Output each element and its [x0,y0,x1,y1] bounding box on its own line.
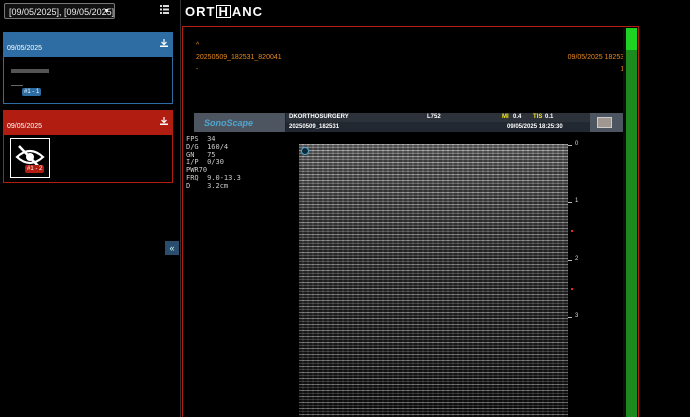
collapse-sidebar-button[interactable]: « [165,241,179,255]
thumbnail-preview [11,69,49,73]
focus-marker [571,230,573,232]
panel-divider [180,0,181,417]
frame-scrollbar[interactable] [626,50,637,417]
depth-label: 1 [575,198,579,204]
tis-label: TIS [533,114,543,120]
study-id: 20250509_182531 [289,124,340,130]
overlay-orientation: ^ [196,42,200,49]
overlay-dash: - [196,66,199,73]
probe-name: L752 [427,114,441,120]
series-badge: #1 - 2 [25,165,45,173]
study-card-2[interactable]: 09/05/2025 #1 - 2 [3,110,173,183]
chevron-down-icon: ▼ [103,8,110,15]
patient-thumbnail [597,117,612,128]
acquisition-parameters: FPS 34 D/G 160/4 GN 75 I/P 0/30 PWR70 FR… [186,135,241,190]
depth-tick [568,202,572,203]
depth-label: 0 [575,141,579,147]
tis-value: 0.1 [545,114,554,120]
overlay-datetime: 09/05/2025 182533 [567,54,628,61]
depth-tick [568,145,572,146]
depth-tick [568,260,572,261]
ultrasound-header: SonoScape DKORTHOSURGERY L752 MI 0.4 TIS… [194,113,631,132]
loading-progress-indicator [626,28,637,50]
series-select-value: [09/05/2025], [09/05/2025] [9,7,115,17]
exam-datetime: 09/05/2025 18:25:30 [507,124,563,130]
depth-label: 2 [575,256,579,262]
study-header: 09/05/2025 [4,111,172,135]
study-date: 09/05/2025 [7,45,43,52]
download-icon[interactable] [160,117,168,125]
study-sidebar: [09/05/2025], [09/05/2025] ▼ 09/05/2025 … [0,0,180,417]
depth-label: 3 [575,313,579,319]
series-thumbnail[interactable]: #1 - 2 [10,138,50,178]
mi-value: 0.4 [513,114,522,120]
focus-marker [571,288,573,290]
ultrasound-image[interactable] [299,144,568,417]
download-icon[interactable] [160,39,168,47]
exam-title: DKORTHOSURGERY [289,114,349,120]
probe-orientation-marker [301,147,309,155]
study-card-1[interactable]: 09/05/2025 #1 - 1 [3,32,173,104]
header-row-2: 20250509_182531 09/05/2025 18:25:30 [286,122,590,132]
series-badge: #1 - 1 [22,88,42,96]
depth-tick [568,317,572,318]
study-header: 09/05/2025 [4,33,172,57]
study-date: 09/05/2025 [7,123,43,130]
header-row-1: DKORTHOSURGERY L752 MI 0.4 TIS 0.1 [286,113,590,122]
image-viewport[interactable]: ^ 20250509_182531_820041 - 09/05/2025 18… [182,26,639,417]
grid-layout-icon[interactable] [160,5,169,14]
thumbnail-detail [11,85,23,86]
mi-label: MI [502,114,509,120]
series-select-dropdown[interactable]: [09/05/2025], [09/05/2025] ▼ [4,3,115,19]
overlay-series-id: 20250509_182531_820041 [196,54,282,61]
orthanc-logo: ORT H ANC [185,4,264,19]
sonoscape-logo: SonoScape [204,118,254,128]
